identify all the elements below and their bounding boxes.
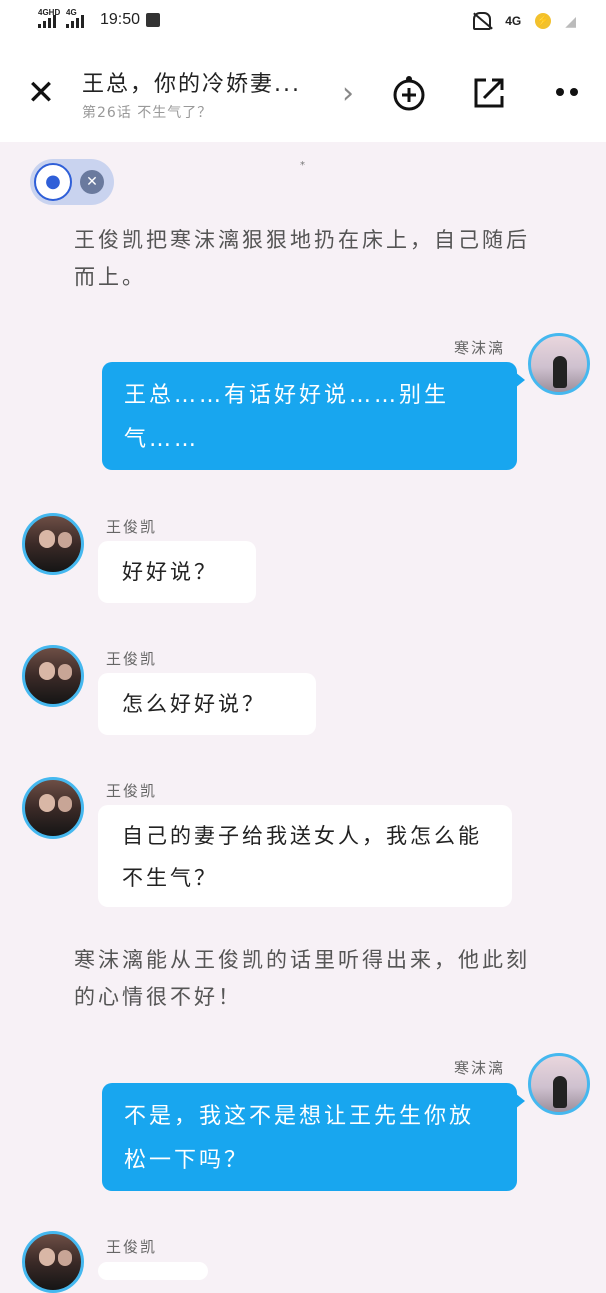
avatar[interactable]	[22, 513, 84, 575]
signal-icon: 4G	[66, 8, 88, 30]
clock: 19:50	[100, 11, 141, 28]
reader-header: ✕ 王总，你的冷娇妻... 第26话 不生气了？ ›	[0, 46, 606, 142]
speaker-name: 王俊凯	[106, 518, 158, 536]
speaker-name: 王俊凯	[106, 650, 158, 668]
network-label: 4G	[505, 14, 522, 28]
avatar[interactable]	[528, 333, 590, 395]
close-voice-icon[interactable]: ✕	[80, 170, 104, 194]
chapter-subtitle: 第26话 不生气了？	[82, 105, 213, 121]
status-bar: 4GHD 4G 19:50 4G ⚡ ◢	[0, 0, 606, 46]
app-notification-icon	[146, 13, 161, 27]
add-circle-icon[interactable]	[390, 74, 428, 112]
chevron-right-icon[interactable]: ›	[342, 76, 354, 111]
story-title[interactable]: 王总，你的冷娇妻...	[82, 66, 301, 98]
avatar[interactable]	[22, 1231, 84, 1293]
speaker-name: 王俊凯	[106, 1238, 158, 1256]
more-icon[interactable]	[556, 88, 578, 96]
chat-bubble-self: 不是，我这不是想让王先生你放松一下吗？	[102, 1083, 525, 1191]
voice-icon[interactable]: ●	[34, 163, 72, 201]
chat-bubble-self: 王总……有话好好说……别生气……	[102, 362, 525, 470]
speaker-name: 寒沫漓	[454, 339, 506, 357]
voice-reading-pill[interactable]: ● ✕	[30, 159, 114, 205]
speaker-name: 寒沫漓	[454, 1059, 506, 1077]
chat-bubble-other	[98, 1262, 208, 1280]
wifi-icon: ◢	[565, 12, 576, 29]
avatar[interactable]	[22, 645, 84, 707]
avatar[interactable]	[22, 777, 84, 839]
speaker-name: 王俊凯	[106, 782, 158, 800]
charging-icon: ⚡	[535, 13, 552, 29]
decoration-mark: *	[300, 160, 305, 171]
close-icon[interactable]: ✕	[24, 76, 58, 110]
mute-icon	[473, 12, 492, 30]
narration-text: 寒沫漓能从王俊凯的话里听得出来，他此刻的心情很不好！	[74, 948, 530, 1009]
signal-icon: 4GHD	[38, 8, 60, 30]
chat-bubble-other: 好好说？	[98, 541, 256, 603]
narration-text: 王俊凯把寒沫漓狠狠地扔在床上，自己随后而上。	[74, 228, 530, 289]
chat-bubble-other: 自己的妻子给我送女人，我怎么能不生气？	[98, 805, 512, 907]
avatar[interactable]	[528, 1053, 590, 1115]
chat-bubble-other: 怎么好好说？	[98, 673, 316, 735]
share-icon[interactable]	[470, 74, 508, 112]
